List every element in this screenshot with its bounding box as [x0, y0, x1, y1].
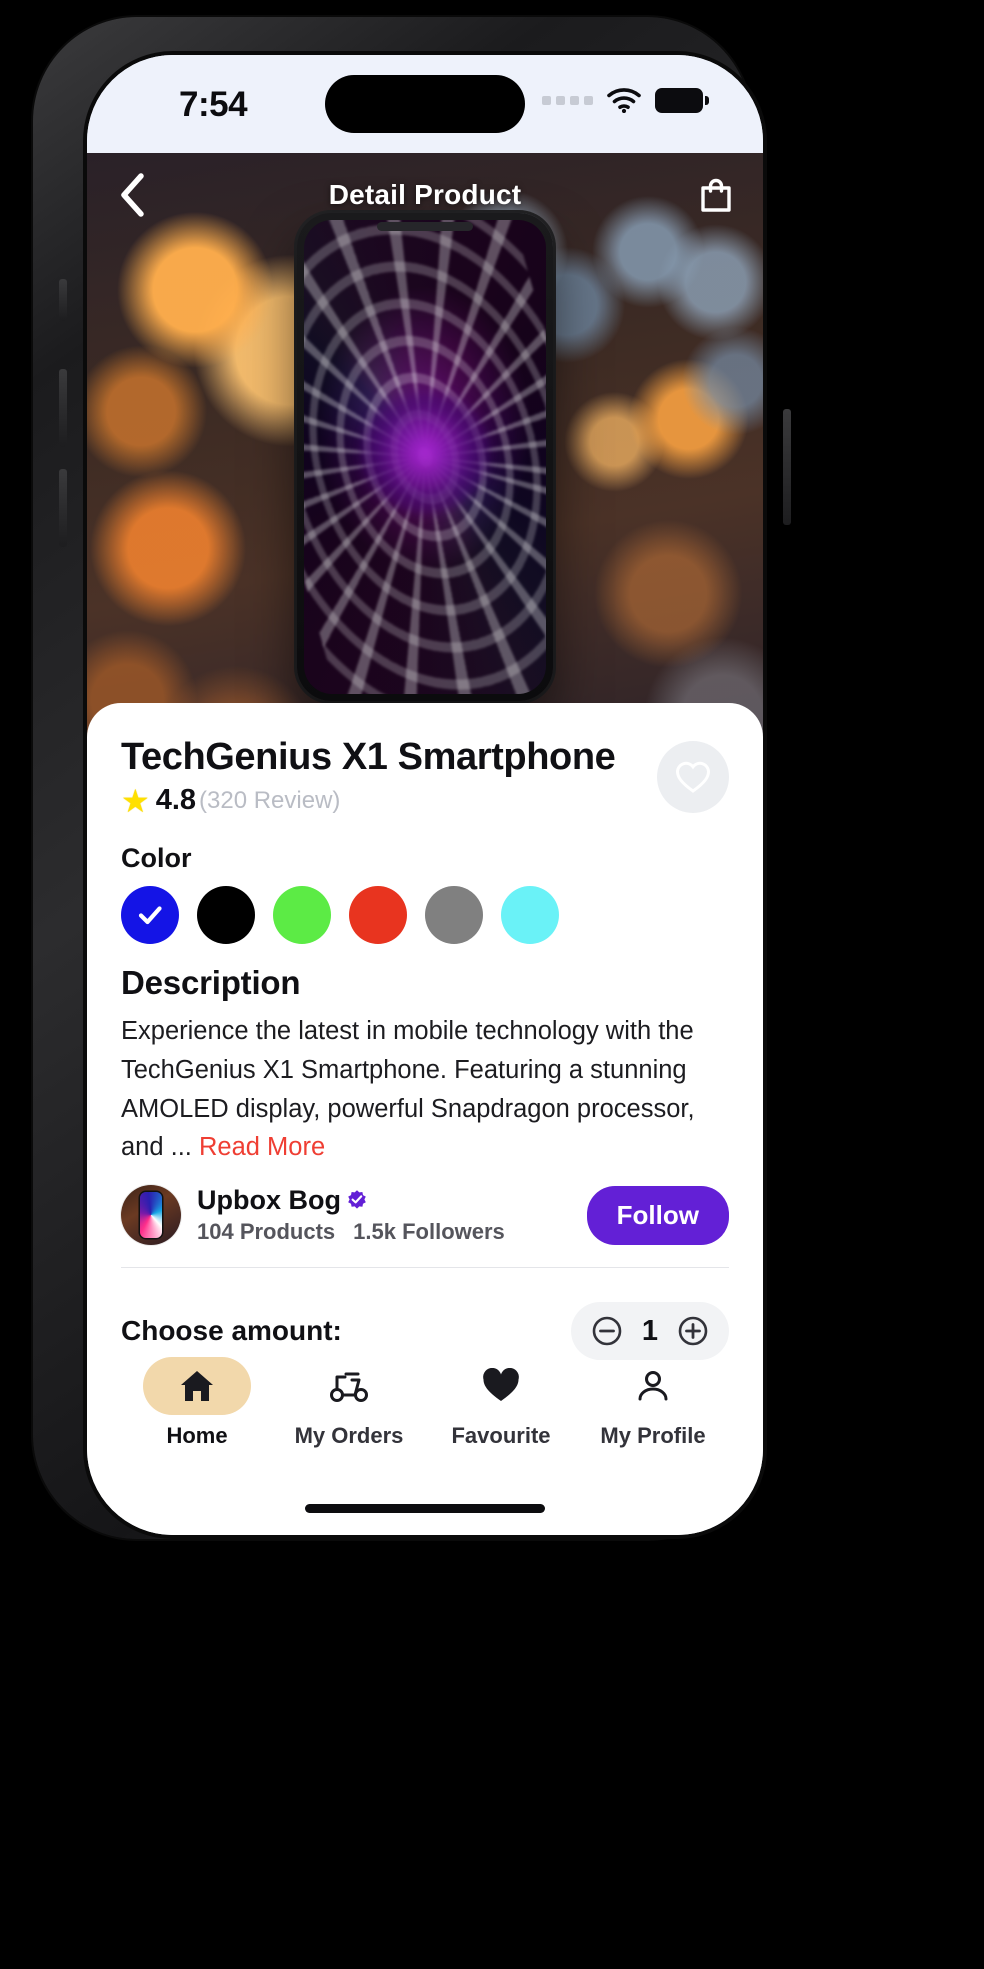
tab-my-orders-label: My Orders	[294, 1423, 404, 1448]
tab-favourite[interactable]: Favourite	[425, 1357, 577, 1449]
avatar-phone-thumb	[140, 1192, 162, 1239]
favourite-button[interactable]	[657, 741, 729, 813]
quantity-value: 1	[641, 1314, 659, 1347]
color-swatch-blue[interactable]	[121, 886, 179, 945]
seller-products: 104 Products	[197, 1219, 336, 1245]
back-button[interactable]	[105, 168, 159, 222]
status-time: 7:54	[179, 85, 248, 124]
color-swatch-gray[interactable]	[425, 886, 483, 945]
amount-label: Choose amount:	[121, 1315, 342, 1347]
bottom-tab-bar: Home My Orders Favourite My Profile	[121, 1357, 729, 1449]
volume-down-button[interactable]	[59, 469, 67, 547]
product-title: TechGenius X1 Smartphone	[121, 736, 616, 778]
seller-stats: 104 Products 1.5k Followers	[197, 1219, 587, 1245]
rating-value: 4.8	[155, 784, 197, 817]
color-swatch-green[interactable]	[273, 886, 331, 945]
heart-outline-icon	[675, 761, 711, 793]
tab-my-profile-pill	[599, 1357, 707, 1415]
tab-my-profile-label: My Profile	[600, 1423, 706, 1448]
home-indicator	[305, 1504, 545, 1513]
scooter-icon	[330, 1372, 368, 1402]
seller-info: Upbox Bog 104 Products 1.5k Followers	[197, 1185, 587, 1245]
plus-icon	[678, 1316, 708, 1346]
wifi-icon	[607, 88, 641, 113]
star-icon: ★	[121, 782, 150, 819]
increase-quantity-button[interactable]	[671, 1309, 715, 1353]
seller-avatar[interactable]	[121, 1185, 181, 1246]
seller-followers: 1.5k Followers	[353, 1219, 505, 1245]
product-photo-wallpaper	[304, 220, 546, 694]
power-button[interactable]	[783, 409, 791, 525]
screenshot-stage: Detail Product 7:54 TechGenius X1 Smartp…	[0, 0, 984, 1969]
battery-full-icon	[655, 87, 709, 113]
tab-my-orders-pill	[295, 1357, 403, 1415]
phone-screen: Detail Product 7:54 TechGenius X1 Smartp…	[87, 55, 763, 1535]
tab-home-label: Home	[166, 1423, 228, 1448]
color-swatch-red[interactable]	[349, 886, 407, 945]
verified-badge-icon	[348, 1189, 366, 1209]
tab-home[interactable]: Home	[121, 1357, 273, 1449]
tab-favourite-label: Favourite	[451, 1423, 551, 1448]
seller-row: Upbox Bog 104 Products 1.5k Followers Fol…	[121, 1185, 729, 1246]
decrease-quantity-button[interactable]	[585, 1309, 629, 1353]
signal-dots-icon	[542, 95, 593, 105]
amount-row: Choose amount: 1	[121, 1302, 729, 1361]
product-rating: ★ 4.8 (320 Review)	[121, 784, 633, 817]
seller-name: Upbox Bog	[197, 1185, 341, 1216]
app-header: Detail Product	[87, 153, 763, 237]
section-divider	[121, 1267, 729, 1269]
minus-icon	[592, 1316, 622, 1346]
color-section-label: Color	[121, 843, 192, 874]
dynamic-island	[325, 75, 525, 133]
home-icon	[181, 1371, 213, 1401]
tab-my-profile[interactable]: My Profile	[577, 1357, 729, 1449]
chevron-left-icon	[121, 173, 144, 217]
follow-button[interactable]: Follow	[586, 1185, 729, 1245]
tab-my-orders[interactable]: My Orders	[273, 1357, 425, 1449]
review-count: (320 Review)	[199, 786, 341, 814]
status-bar: 7:54	[87, 55, 763, 153]
description-heading: Description	[121, 964, 301, 1002]
wallpaper-core-glow	[362, 390, 488, 514]
heart-icon	[483, 1368, 519, 1401]
tab-favourite-pill	[447, 1357, 555, 1415]
volume-up-button[interactable]	[59, 369, 67, 447]
phone-frame: Detail Product 7:54 TechGenius X1 Smartp…	[33, 17, 791, 1539]
product-title-row: TechGenius X1 Smartphone ★ 4.8 (320 Revi…	[121, 736, 729, 817]
product-detail-card: TechGenius X1 Smartphone ★ 4.8 (320 Revi…	[87, 703, 763, 1535]
person-icon	[638, 1371, 668, 1401]
product-photo-device	[297, 213, 553, 701]
silent-switch[interactable]	[59, 279, 67, 321]
color-swatch-black[interactable]	[197, 886, 255, 945]
shopping-bag-icon	[701, 178, 731, 212]
seller-name-row: Upbox Bog	[197, 1185, 587, 1216]
color-swatches	[121, 886, 729, 945]
status-icons	[542, 87, 709, 113]
cart-button[interactable]	[689, 168, 743, 222]
description-body: Experience the latest in mobile technolo…	[121, 1012, 729, 1167]
tab-home-pill	[143, 1357, 251, 1415]
check-icon	[138, 906, 162, 925]
page-title: Detail Product	[328, 179, 522, 210]
color-swatch-cyan[interactable]	[501, 886, 559, 945]
read-more-link[interactable]: Read More	[199, 1133, 325, 1161]
quantity-stepper: 1	[571, 1302, 729, 1361]
